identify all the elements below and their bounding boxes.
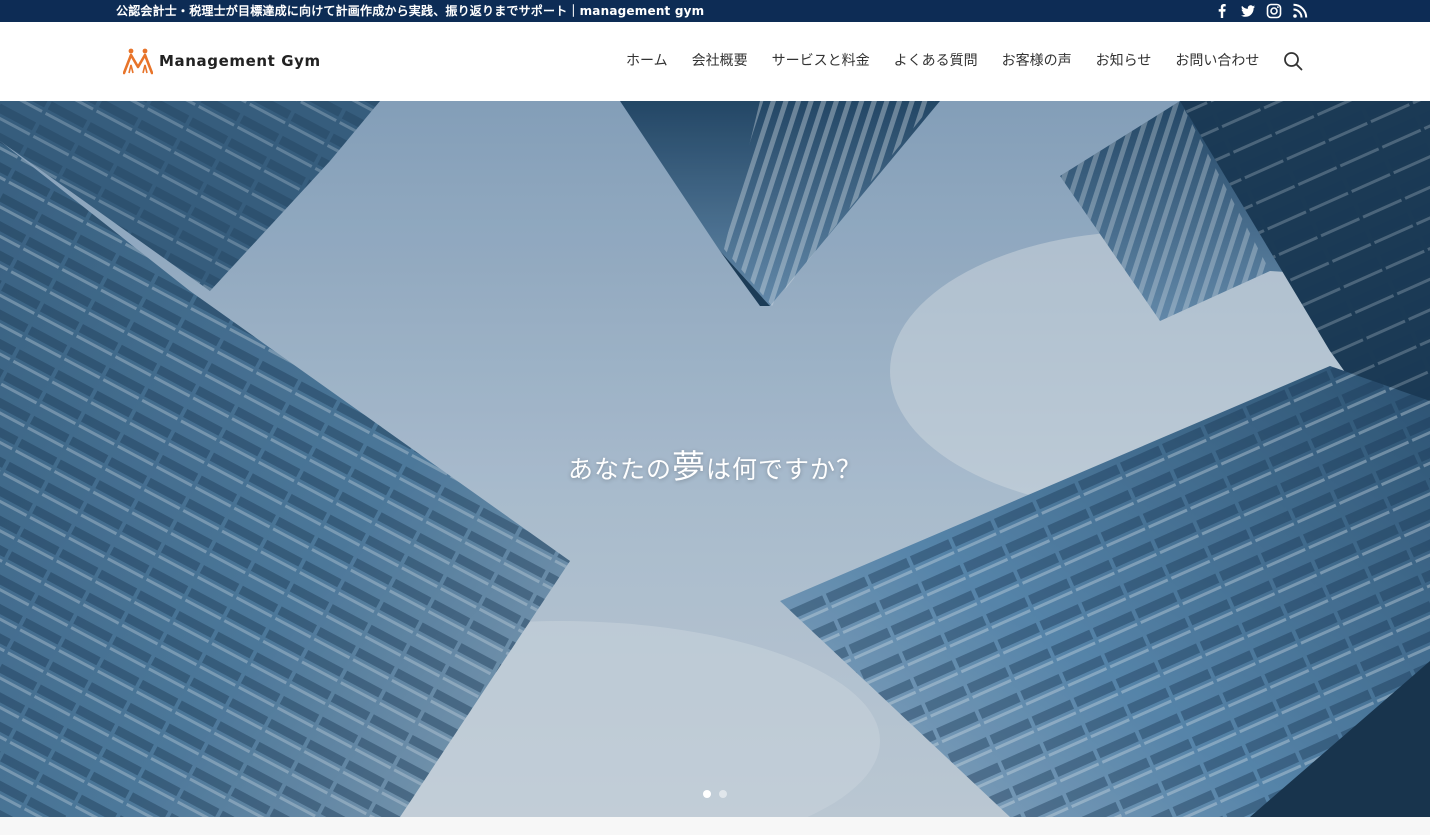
- headline-post: は何ですか？: [706, 455, 863, 484]
- slider-pagination: [703, 790, 727, 798]
- nav-item-faq[interactable]: よくある質問: [882, 49, 990, 73]
- facebook-icon[interactable]: [1214, 3, 1230, 19]
- logo-text: Management Gym: [159, 52, 321, 70]
- nav-item-company[interactable]: 会社概要: [680, 49, 760, 73]
- search-button[interactable]: [1283, 51, 1303, 71]
- hero-headline: あなたの夢は何ですか？: [0, 440, 1430, 488]
- nav-item-services[interactable]: サービスと料金: [760, 49, 882, 73]
- rss-icon[interactable]: [1292, 3, 1308, 19]
- site-tagline: 公認会計士・税理士が目標達成に向けて計画作成から実践、振り返りまでサポート｜ma…: [116, 4, 705, 18]
- site-header: Management Gym ホーム 会社概要 サービスと料金 よくある質問 お…: [0, 22, 1430, 102]
- site-logo[interactable]: Management Gym: [123, 47, 321, 75]
- nav-item-news[interactable]: お知らせ: [1084, 49, 1164, 73]
- social-links: [1214, 3, 1308, 19]
- slide-dot-1[interactable]: [703, 790, 711, 798]
- nav-item-contact[interactable]: お問い合わせ: [1163, 49, 1271, 73]
- hero-slider: あなたの夢は何ですか？: [0, 101, 1430, 817]
- search-icon: [1284, 52, 1303, 71]
- nav-item-home[interactable]: ホーム: [614, 49, 680, 73]
- twitter-icon[interactable]: [1240, 3, 1256, 19]
- headline-pre: あなたの: [567, 455, 672, 484]
- main-nav: ホーム 会社概要 サービスと料金 よくある質問 お客様の声 お知らせ お問い合わ…: [614, 49, 1271, 73]
- page-bottom-strip: [0, 817, 1430, 835]
- slide-dot-2[interactable]: [719, 790, 727, 798]
- top-bar: 公認会計士・税理士が目標達成に向けて計画作成から実践、振り返りまでサポート｜ma…: [0, 0, 1430, 22]
- nav-item-testimonials[interactable]: お客様の声: [990, 49, 1084, 73]
- logo-mark-icon: [123, 48, 153, 75]
- headline-emphasis: 夢: [672, 447, 706, 486]
- instagram-icon[interactable]: [1266, 3, 1282, 19]
